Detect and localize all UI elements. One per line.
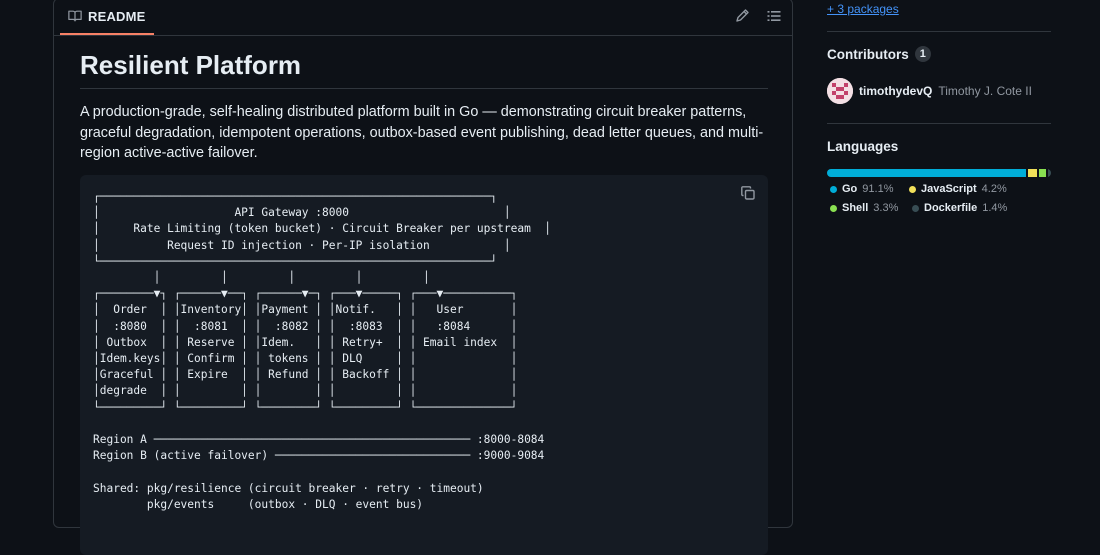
more-packages-link[interactable]: + 3 packages [827, 2, 899, 16]
language-percent: 1.4% [982, 202, 1008, 214]
language-percent: 4.2% [981, 183, 1007, 195]
sidebar-divider [827, 31, 1051, 32]
title-divider [80, 88, 768, 89]
pencil-icon[interactable] [734, 8, 750, 24]
languages-bar [827, 169, 1051, 177]
language-name: JavaScript [921, 183, 977, 195]
shell-color-dot [830, 204, 837, 212]
readme-tab-label: README [88, 8, 146, 24]
avatar[interactable] [827, 78, 853, 104]
language-item-javascript[interactable]: JavaScript 4.2% [909, 183, 1007, 195]
language-item-shell[interactable]: Shell 3.3% [830, 202, 898, 214]
language-percent: 91.1% [862, 183, 894, 195]
languages-heading: Languages [827, 139, 898, 154]
language-bar-segment-dockerfile [1047, 169, 1051, 177]
go-color-dot [830, 185, 837, 193]
architecture-diagram-text: ┌───────────────────────────────────────… [93, 190, 552, 511]
readme-header: README [54, 0, 792, 36]
contributor-name: Timothy J. Cote II [938, 84, 1032, 98]
language-item-dockerfile[interactable]: Dockerfile 1.4% [912, 202, 1007, 214]
contributors-count-badge: 1 [914, 46, 931, 62]
language-name: Go [842, 183, 858, 195]
language-percent: 3.3% [873, 202, 899, 214]
language-bar-segment-shell [1038, 169, 1046, 177]
language-name: Shell [842, 202, 869, 214]
readme-panel: README Resilient Platform A production-g… [53, 0, 793, 555]
copy-icon[interactable] [740, 185, 756, 201]
architecture-code-block: ┌───────────────────────────────────────… [80, 175, 768, 555]
list-icon[interactable] [766, 8, 782, 24]
contributors-title: Contributors [827, 46, 909, 62]
contributor-login[interactable]: timothydevQ [859, 84, 932, 98]
language-bar-segment-javascript [1027, 169, 1037, 177]
languages-title: Languages [827, 139, 899, 154]
language-bar-segment-go [827, 169, 1026, 177]
sidebar-divider [827, 123, 1051, 124]
readme-title: Resilient Platform [80, 50, 302, 80]
readme-description: A production-grade, self-healing distrib… [80, 104, 764, 161]
dockerfile-color-dot [912, 204, 919, 212]
book-icon [68, 10, 82, 22]
javascript-color-dot [909, 185, 916, 193]
contributor-item[interactable]: timothydevQ Timothy J. Cote II [827, 78, 1032, 104]
contributors-heading[interactable]: Contributors 1 [827, 46, 931, 62]
language-name: Dockerfile [924, 202, 978, 214]
language-item-go[interactable]: Go 91.1% [830, 183, 893, 195]
readme-tab[interactable]: README [60, 0, 154, 35]
